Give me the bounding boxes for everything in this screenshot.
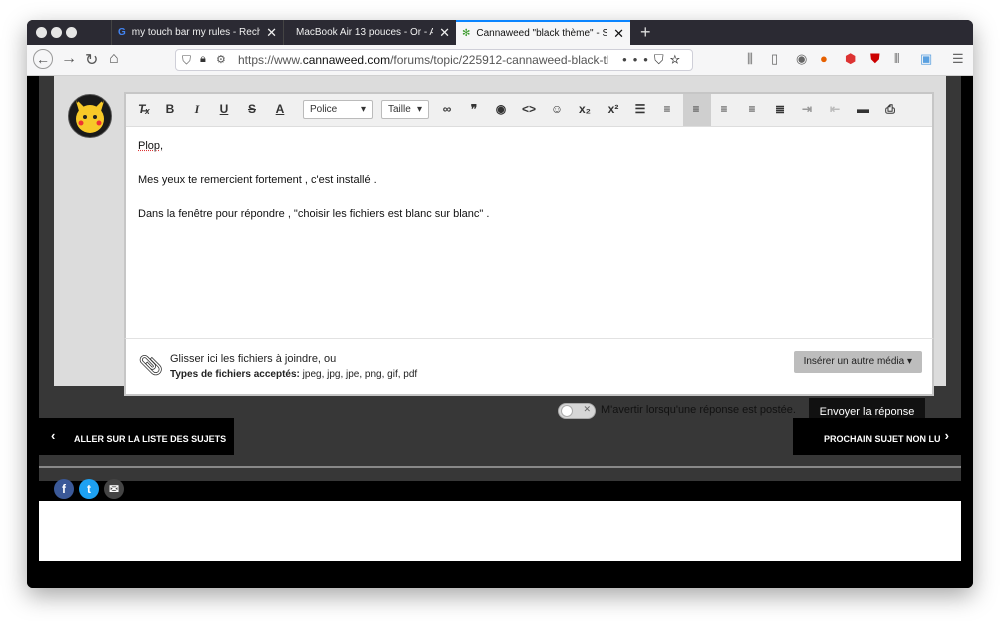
- ublock-icon[interactable]: ⛊: [870, 51, 880, 67]
- navigation-toolbar: ← → ↻ ⌂ ⛉ 🔒︎ ⚙ https://www.cannaweed.com…: [27, 45, 973, 76]
- avatar[interactable]: [68, 94, 112, 138]
- outdent-icon[interactable]: ⇤: [827, 102, 843, 116]
- browser-window: G my touch bar my rules - Recherche ✕ Ma…: [27, 20, 973, 588]
- facebook-icon[interactable]: f: [54, 479, 74, 499]
- notify-toggle[interactable]: ✕: [558, 403, 596, 419]
- permissions-icon[interactable]: ⚙: [216, 53, 226, 66]
- more-actions-icon: •••: [622, 52, 654, 67]
- twitter-icon[interactable]: t: [79, 479, 99, 499]
- rich-text-editor[interactable]: T̶ₓ B I U S A Police ▾ Taille ▾ ∞ ❞ ◉ <> ☺…: [124, 92, 934, 340]
- italic-icon[interactable]: I: [189, 102, 205, 117]
- extension-grid-icon[interactable]: ⫴: [894, 51, 899, 67]
- next-unread-topic-button[interactable]: PROCHAIN SUJET NON LU ›: [793, 418, 961, 455]
- url-bar[interactable]: ⛉ 🔒︎ ⚙ https://www.cannaweed.com/forums/…: [175, 49, 693, 71]
- cannabis-leaf-icon: ✻: [462, 28, 471, 39]
- menu-icon[interactable]: ☰: [952, 51, 964, 67]
- link-icon[interactable]: ∞: [439, 102, 455, 116]
- source-icon[interactable]: ▬: [855, 102, 871, 116]
- code-icon[interactable]: <>: [521, 102, 537, 116]
- editor-toolbar: T̶ₓ B I U S A Police ▾ Taille ▾ ∞ ❞ ◉ <> ☺…: [126, 94, 932, 127]
- extension-icon[interactable]: ●: [820, 51, 828, 66]
- reply-panel: T̶ₓ B I U S A Police ▾ Taille ▾ ∞ ❞ ◉ <> ☺…: [39, 76, 961, 481]
- email-icon[interactable]: ✉: [104, 479, 124, 499]
- new-tab-button[interactable]: +: [640, 22, 651, 43]
- emoji-icon[interactable]: ☺: [549, 102, 565, 116]
- paperclip-icon: 📎︎: [138, 355, 164, 377]
- close-icon[interactable]: ✕: [439, 25, 450, 41]
- footer-area: [39, 501, 961, 561]
- back-button[interactable]: ←: [33, 49, 53, 69]
- next-label: PROCHAIN SUJET NON LU: [824, 434, 941, 444]
- bookmark-star-icon: ☆: [669, 52, 686, 67]
- underline-icon[interactable]: U: [216, 102, 232, 116]
- google-icon: G: [118, 27, 126, 38]
- size-select[interactable]: Taille ▾: [381, 100, 429, 119]
- align-center-icon[interactable]: ≡: [716, 102, 732, 116]
- superscript-icon[interactable]: x²: [605, 102, 621, 116]
- strikethrough-icon[interactable]: S: [244, 102, 260, 116]
- library-icon[interactable]: ⫼: [747, 51, 753, 67]
- close-icon[interactable]: ✕: [266, 25, 277, 41]
- lock-icon[interactable]: 🔒︎: [200, 53, 206, 66]
- attachment-dropzone[interactable]: 📎︎ Glisser ici les fichiers à joindre, o…: [124, 338, 934, 396]
- editor-line: Plop,: [138, 140, 164, 152]
- tab-google[interactable]: G my touch bar my rules - Recherche ✕: [111, 20, 283, 45]
- clear-format-icon[interactable]: T̶ₓ: [136, 102, 152, 116]
- insert-media-button[interactable]: Insérer un autre média ▾: [793, 351, 922, 373]
- divider: [39, 466, 961, 468]
- justify-icon[interactable]: ≣: [772, 102, 788, 116]
- font-select[interactable]: Police ▾: [303, 100, 373, 119]
- accepted-types: Types de fichiers acceptés: jpeg, jpg, j…: [170, 369, 418, 380]
- bold-icon[interactable]: B: [162, 102, 178, 116]
- reload-button[interactable]: ↻: [85, 50, 98, 70]
- tab-cannaweed[interactable]: ✻ Cannaweed "black thème" - Support ✕: [456, 20, 630, 45]
- tab-title: Cannaweed "black thème" - Support: [476, 28, 608, 39]
- sidebar-icon[interactable]: ▯: [771, 51, 778, 67]
- text-color-icon[interactable]: A: [272, 102, 288, 116]
- notification-extension-icon[interactable]: ▣: [920, 51, 932, 67]
- prev-label: ALLER SUR LA LISTE DES SUJETS: [74, 434, 227, 444]
- drop-instruction: Glisser ici les fichiers à joindre, ou: [170, 353, 337, 365]
- pocket-icon: ⛉: [653, 52, 670, 67]
- page-actions[interactable]: •••⛉☆: [622, 52, 686, 68]
- tab-title: MacBook Air 13 pouces - Or - Apple: [296, 27, 434, 38]
- notify-label: M'avertir lorsqu'une réponse est postée.: [601, 404, 796, 416]
- account-icon[interactable]: ◉: [796, 51, 807, 67]
- topic-navigation: ‹ ALLER SUR LA LISTE DES SUJETS PROCHAIN…: [39, 418, 961, 456]
- align-right-icon[interactable]: ≡: [744, 102, 760, 116]
- reply-box: T̶ₓ B I U S A Police ▾ Taille ▾ ∞ ❞ ◉ <> ☺…: [54, 76, 946, 426]
- shield-icon[interactable]: ⛉: [182, 53, 191, 68]
- tab-title: my touch bar my rules - Recherche: [131, 27, 261, 38]
- subscript-icon[interactable]: x₂: [577, 102, 593, 116]
- page-content: T̶ₓ B I U S A Police ▾ Taille ▾ ∞ ❞ ◉ <> ☺…: [27, 76, 973, 588]
- toggle-off-icon: ✕: [583, 404, 591, 414]
- editor-content[interactable]: Plop, Mes yeux te remercient fortement ,…: [138, 138, 489, 240]
- zoom-window-button[interactable]: [66, 27, 77, 38]
- indent-icon[interactable]: ⇥: [799, 102, 815, 116]
- editor-line: Dans la fenêtre pour répondre , "choisir…: [138, 208, 490, 220]
- adblock-icon[interactable]: ⬢: [845, 51, 856, 67]
- toggle-knob: [561, 405, 573, 417]
- home-icon[interactable]: ⌂: [109, 50, 119, 68]
- url-text: https://www.cannaweed.com/forums/topic/2…: [238, 53, 608, 67]
- preview-icon[interactable]: ⎙: [882, 102, 898, 117]
- back-to-topic-list-button[interactable]: ‹ ALLER SUR LA LISTE DES SUJETS: [39, 418, 234, 455]
- forward-button[interactable]: →: [61, 50, 77, 68]
- close-window-button[interactable]: [36, 27, 47, 38]
- chevron-left-icon: ‹: [51, 428, 56, 443]
- spoiler-eye-icon[interactable]: ◉: [493, 102, 509, 116]
- editor-line: Mes yeux te remercient fortement , c'est…: [138, 174, 377, 186]
- tab-apple[interactable]: MacBook Air 13 pouces - Or - Apple ✕: [283, 20, 456, 45]
- align-left-icon[interactable]: ≡: [688, 102, 704, 116]
- quote-icon[interactable]: ❞: [466, 102, 482, 116]
- close-icon[interactable]: ✕: [613, 26, 624, 42]
- tab-strip: G my touch bar my rules - Recherche ✕ Ma…: [27, 20, 973, 45]
- chevron-right-icon: ›: [944, 428, 949, 443]
- bulleted-list-icon[interactable]: ☰: [632, 102, 648, 116]
- numbered-list-icon[interactable]: ≡: [659, 102, 675, 116]
- minimize-window-button[interactable]: [51, 27, 62, 38]
